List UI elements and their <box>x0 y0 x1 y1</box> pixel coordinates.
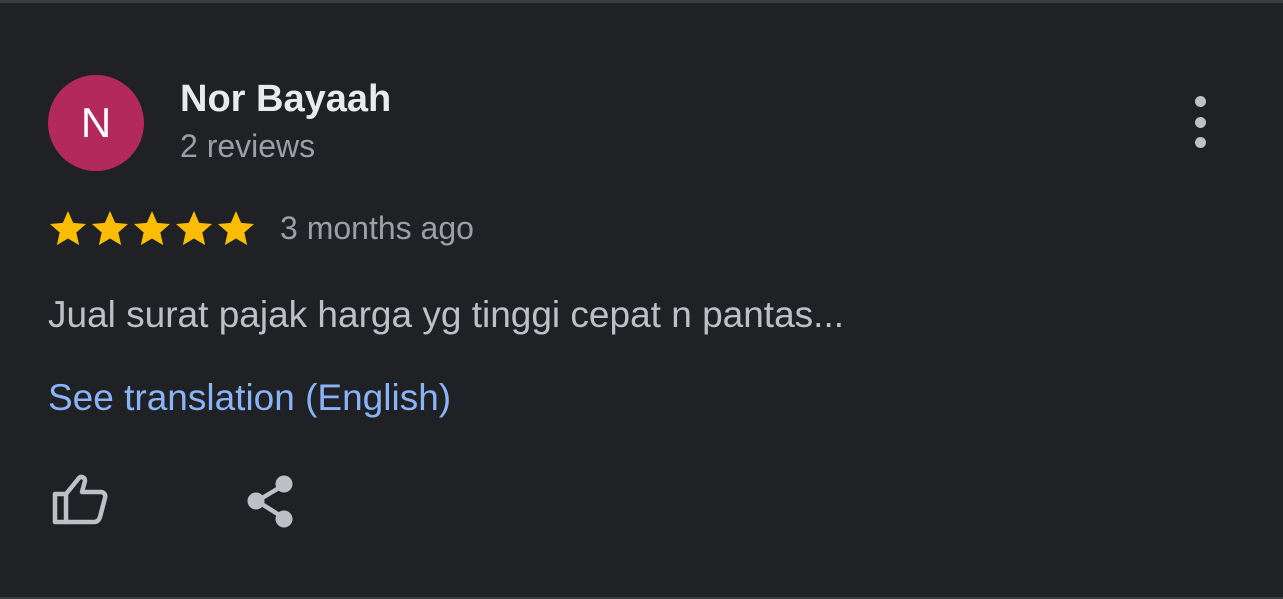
avatar[interactable]: N <box>48 75 144 171</box>
star-icon <box>176 211 212 246</box>
more-vert-icon-dot <box>1194 96 1206 107</box>
reviewer-name[interactable]: Nor Bayaah <box>180 78 391 121</box>
star-rating <box>48 208 258 248</box>
star-icon <box>218 211 254 246</box>
rating-row: 3 months ago <box>48 205 474 251</box>
star-icon <box>134 211 170 246</box>
review-text: Jual surat pajak harga yg tinggi cepat n… <box>48 294 845 335</box>
more-vert-icon-dot <box>1194 137 1206 148</box>
see-translation-link[interactable]: See translation (English) <box>48 377 451 419</box>
star-icon <box>50 211 86 246</box>
avatar-initial: N <box>80 99 112 146</box>
top-divider <box>0 0 1283 3</box>
star-icon <box>92 211 128 246</box>
share-button[interactable] <box>240 470 300 532</box>
more-vert-icon-dot <box>1194 116 1206 128</box>
review-timestamp: 3 months ago <box>280 209 474 246</box>
review-count[interactable]: 2 reviews <box>180 128 315 165</box>
more-options-button[interactable] <box>1180 94 1220 150</box>
like-button[interactable] <box>46 470 112 530</box>
share-icon <box>247 475 293 528</box>
thumb-up-icon <box>52 474 108 525</box>
